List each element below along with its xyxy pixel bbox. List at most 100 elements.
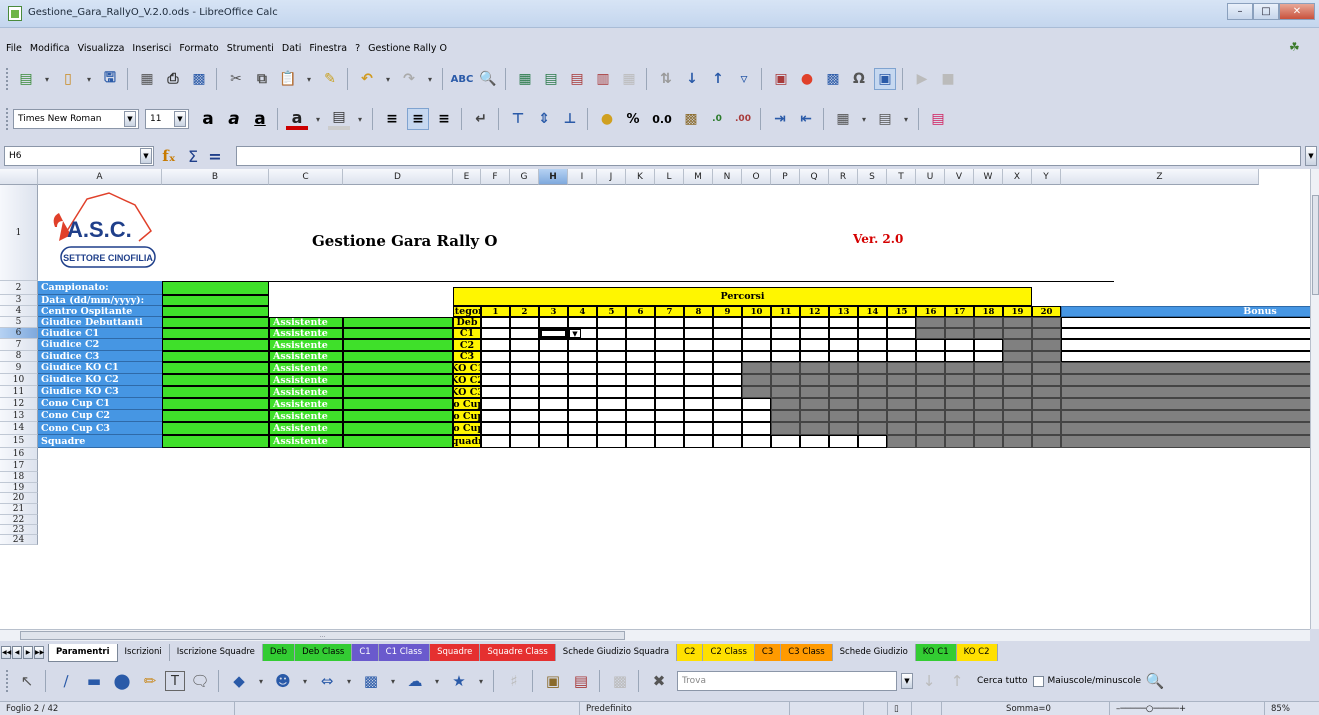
course-cell[interactable] (858, 351, 887, 362)
course-cell[interactable] (742, 398, 771, 410)
course-cell[interactable] (510, 374, 539, 386)
column-header-c[interactable]: C (269, 169, 343, 185)
course-cell[interactable] (510, 410, 539, 422)
course-cell[interactable] (597, 328, 626, 339)
course-cell[interactable] (655, 410, 684, 422)
row-header-20[interactable]: 20 (0, 493, 38, 504)
row-header-15[interactable]: 15 (0, 435, 38, 448)
course-cell[interactable] (481, 435, 510, 448)
menu-dati[interactable]: Dati (282, 43, 302, 54)
course-cell[interactable] (510, 398, 539, 410)
conditional-format-icon[interactable]: ▤ (927, 108, 949, 130)
search-all-button[interactable]: Cerca tutto (977, 676, 1027, 686)
course-cell[interactable] (510, 339, 539, 351)
chevron-down-icon[interactable]: ▾ (255, 670, 267, 692)
course-cell[interactable] (742, 339, 771, 351)
course-cell[interactable] (626, 351, 655, 362)
column-header-k[interactable]: K (626, 169, 655, 185)
copy-icon[interactable]: ⧉ (251, 68, 273, 90)
toolbar-grip[interactable] (6, 670, 9, 692)
background-color-icon[interactable]: ▤ (328, 108, 350, 130)
column-header-z[interactable]: Z (1061, 169, 1259, 185)
course-cell[interactable] (887, 339, 916, 351)
chevron-down-icon[interactable]: ▼ (174, 111, 186, 127)
judge-name-field[interactable] (162, 339, 269, 351)
increase-indent-icon[interactable]: ⇥ (769, 108, 791, 130)
page-style[interactable]: Predefinito (580, 701, 790, 715)
stars-icon[interactable]: ★ (446, 669, 472, 693)
delete-columns-icon[interactable]: ▥ (592, 68, 614, 90)
course-cell[interactable] (655, 317, 684, 328)
sheet-tab-c2[interactable]: C2 (677, 643, 704, 661)
course-cell[interactable] (916, 339, 945, 351)
course-cell[interactable] (655, 362, 684, 374)
sheet-tab-schede-giudizio-squadra[interactable]: Schede Giudizio Squadra (555, 643, 678, 661)
course-cell[interactable] (539, 410, 568, 422)
align-left-icon[interactable]: ≡ (381, 108, 403, 130)
currency-format-icon[interactable]: ● (596, 108, 618, 130)
block-arrows-icon[interactable]: ⇔ (314, 669, 340, 693)
course-cell[interactable] (829, 351, 858, 362)
insert-chart-icon[interactable]: ● (796, 68, 818, 90)
column-header-g[interactable]: G (510, 169, 539, 185)
course-cell[interactable] (568, 435, 597, 448)
course-cell[interactable] (597, 374, 626, 386)
course-cell[interactable] (742, 410, 771, 422)
course-cell[interactable] (597, 422, 626, 435)
new-document-icon[interactable]: ▤ (15, 68, 37, 90)
row-header-22[interactable]: 22 (0, 515, 38, 525)
course-cell[interactable] (858, 317, 887, 328)
line-icon[interactable]: ∕ (53, 669, 79, 693)
chevron-down-icon[interactable]: ▾ (354, 108, 366, 130)
course-cell[interactable] (568, 386, 597, 398)
save-icon[interactable]: 🖫 (99, 68, 121, 90)
font-color-icon[interactable]: a (286, 108, 308, 130)
find-next-icon[interactable]: ↑ (944, 669, 970, 693)
course-cell[interactable] (771, 435, 800, 448)
italic-button[interactable]: a (223, 108, 245, 130)
course-cell[interactable] (539, 374, 568, 386)
name-box-dropdown-icon[interactable]: ▼ (140, 148, 152, 164)
course-cell[interactable] (684, 339, 713, 351)
sum-button[interactable]: Σ (182, 147, 204, 166)
row-header-4[interactable]: 4 (0, 306, 38, 317)
sheet-tab-schede-giudizio[interactable]: Schede Giudizio (832, 643, 916, 661)
symbol-shapes-icon[interactable]: ☻ (270, 669, 296, 693)
assistant-name-field[interactable] (343, 398, 453, 410)
chevron-down-icon[interactable]: ▾ (900, 108, 912, 130)
column-header-e[interactable]: E (453, 169, 481, 185)
assistant-name-field[interactable] (343, 386, 453, 398)
open-folder-icon[interactable]: ▯ (57, 68, 79, 90)
ellipse-icon[interactable]: ⬤ (109, 669, 135, 693)
course-cell[interactable] (481, 386, 510, 398)
course-cell[interactable] (597, 386, 626, 398)
assistant-name-field[interactable] (343, 362, 453, 374)
horizontal-scrollbar[interactable]: … (0, 629, 1310, 641)
course-cell[interactable] (626, 339, 655, 351)
judge-name-field[interactable] (162, 374, 269, 386)
find-replace-icon[interactable]: 🔍 (477, 68, 499, 90)
last-sheet-icon[interactable]: ▶▶ (34, 646, 44, 659)
sheet-tab-ko-c2[interactable]: KO C2 (956, 643, 998, 661)
number-format-button[interactable]: 0.0 (648, 108, 676, 130)
course-cell[interactable] (655, 339, 684, 351)
column-header-l[interactable]: L (655, 169, 684, 185)
select-all-corner[interactable] (0, 169, 38, 185)
course-cell[interactable] (510, 351, 539, 362)
judge-name-field[interactable] (162, 362, 269, 374)
export-pdf-icon[interactable]: ▦ (136, 68, 158, 90)
course-cell[interactable] (597, 362, 626, 374)
percent-format-button[interactable]: % (622, 108, 644, 130)
course-cell[interactable] (713, 339, 742, 351)
course-cell[interactable] (684, 362, 713, 374)
course-cell[interactable] (481, 398, 510, 410)
course-cell[interactable] (539, 362, 568, 374)
course-cell[interactable] (539, 351, 568, 362)
row-header-12[interactable]: 12 (0, 398, 38, 410)
bold-button[interactable]: a (197, 108, 219, 130)
course-cell[interactable] (626, 422, 655, 435)
sheet-tab-c3[interactable]: C3 (754, 643, 782, 661)
chevron-down-icon[interactable]: ▾ (382, 68, 394, 90)
column-header-n[interactable]: N (713, 169, 742, 185)
course-cell[interactable] (713, 362, 742, 374)
